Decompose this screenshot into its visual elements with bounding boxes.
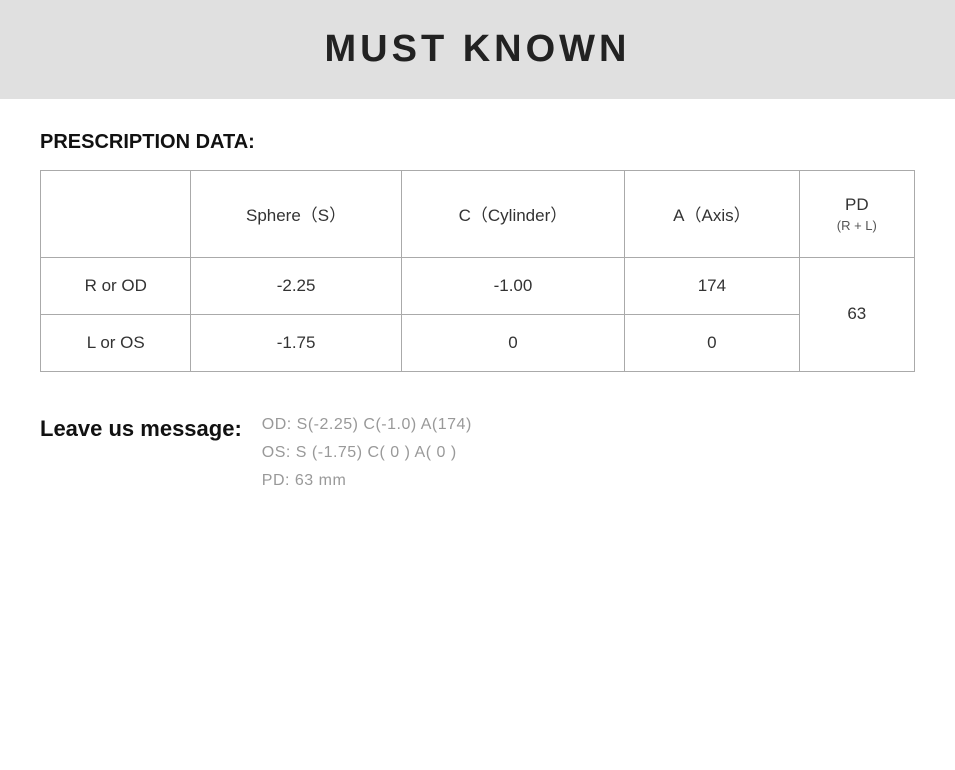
od-cylinder: -1.00 bbox=[401, 257, 625, 314]
table-row: L or OS -1.75 0 0 bbox=[41, 314, 915, 371]
message-line-pd: PD: 63 mm bbox=[262, 472, 472, 490]
col-header-pd: PD (R + L) bbox=[799, 171, 914, 258]
od-sphere: -2.25 bbox=[191, 257, 401, 314]
leave-message-label: Leave us message: bbox=[40, 416, 242, 442]
col-header-sphere: Sphere（S） bbox=[191, 171, 401, 258]
row-label-os: L or OS bbox=[41, 314, 191, 371]
col-header-axis: A（Axis） bbox=[625, 171, 799, 258]
message-line-od: OD: S(-2.25) C(-1.0) A(174) bbox=[262, 416, 472, 434]
pd-main-label: PD bbox=[845, 195, 869, 214]
message-line-os: OS: S (-1.75) C( 0 ) A( 0 ) bbox=[262, 444, 472, 462]
row-label-od: R or OD bbox=[41, 257, 191, 314]
content-area: PRESCRIPTION DATA: Sphere（S） C（Cylinder）… bbox=[0, 131, 955, 490]
table-header-row: Sphere（S） C（Cylinder） A（Axis） PD (R + L) bbox=[41, 171, 915, 258]
header-banner: MUST KNOWN bbox=[0, 0, 955, 99]
table-row: R or OD -2.25 -1.00 174 63 bbox=[41, 257, 915, 314]
prescription-table: Sphere（S） C（Cylinder） A（Axis） PD (R + L)… bbox=[40, 170, 915, 372]
od-axis: 174 bbox=[625, 257, 799, 314]
pd-sub-label: (R + L) bbox=[816, 217, 898, 235]
os-cylinder: 0 bbox=[401, 314, 625, 371]
pd-value: 63 bbox=[799, 257, 914, 371]
page-title: MUST KNOWN bbox=[325, 28, 631, 70]
col-header-cylinder: C（Cylinder） bbox=[401, 171, 625, 258]
leave-message-section: Leave us message: OD: S(-2.25) C(-1.0) A… bbox=[40, 412, 915, 490]
os-sphere: -1.75 bbox=[191, 314, 401, 371]
os-axis: 0 bbox=[625, 314, 799, 371]
prescription-section-label: PRESCRIPTION DATA: bbox=[40, 131, 915, 154]
message-lines: OD: S(-2.25) C(-1.0) A(174) OS: S (-1.75… bbox=[262, 416, 472, 490]
col-header-empty bbox=[41, 171, 191, 258]
